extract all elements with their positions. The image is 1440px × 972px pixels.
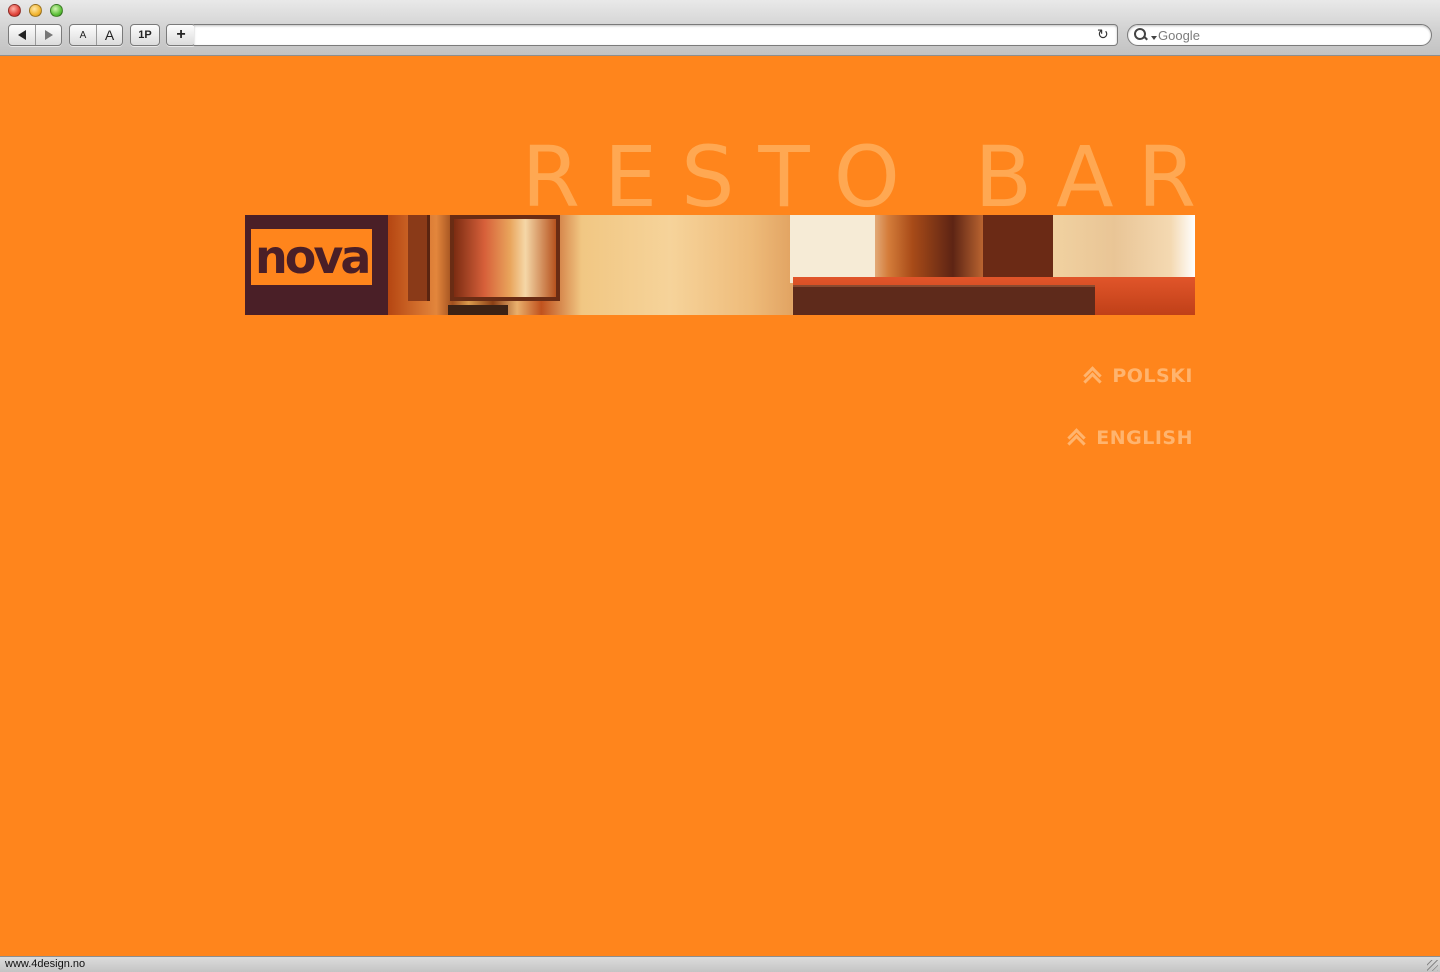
page-content: RESTO BAR nova POLSKI ENGLISH xyxy=(0,57,1440,956)
photo-desk xyxy=(793,285,1095,315)
zoom-window-icon[interactable] xyxy=(50,4,63,17)
double-chevron-up-icon xyxy=(1066,429,1086,447)
reader-button[interactable]: 1P xyxy=(131,25,159,45)
status-bar: www.4design.no xyxy=(0,956,1440,972)
header-banner: nova xyxy=(245,215,1195,315)
reader-buttons: 1P xyxy=(130,24,160,46)
photo-shelf xyxy=(448,305,508,315)
chevron-down-icon xyxy=(1151,36,1157,40)
photo-door xyxy=(983,215,1053,277)
triangle-right-icon xyxy=(44,30,53,40)
magnifier-icon[interactable] xyxy=(1134,28,1157,42)
address-input[interactable] xyxy=(194,25,1084,45)
history-buttons xyxy=(8,24,62,46)
address-bar[interactable]: ↻ xyxy=(194,24,1118,46)
search-input[interactable] xyxy=(1158,25,1431,45)
language-label: POLSKI xyxy=(1112,365,1193,387)
restaurant-photo xyxy=(388,215,1195,315)
close-window-icon[interactable] xyxy=(8,4,21,17)
status-text: www.4design.no xyxy=(5,958,86,970)
text-bigger-button[interactable]: A xyxy=(96,25,122,45)
search-field[interactable] xyxy=(1127,24,1432,46)
photo-wall xyxy=(790,215,875,283)
back-button[interactable] xyxy=(9,25,35,45)
add-bookmark-button[interactable]: + xyxy=(167,25,195,45)
double-chevron-up-icon xyxy=(1082,367,1102,385)
browser-toolbar: A A 1P + ↻ xyxy=(0,0,1440,56)
painting-left xyxy=(408,215,430,301)
forward-button[interactable] xyxy=(35,25,61,45)
page-tagline: RESTO BAR xyxy=(521,128,1220,226)
painting-center xyxy=(450,215,560,301)
language-label: ENGLISH xyxy=(1096,427,1193,449)
language-link-english[interactable]: ENGLISH xyxy=(1066,427,1193,449)
language-link-polski[interactable]: POLSKI xyxy=(1082,365,1193,387)
minimize-window-icon[interactable] xyxy=(29,4,42,17)
text-smaller-button[interactable]: A xyxy=(70,25,96,45)
logo[interactable]: nova xyxy=(245,215,388,315)
text-size-buttons: A A xyxy=(69,24,123,46)
add-bookmark-group: + xyxy=(166,24,196,46)
toolbar-row: A A 1P + ↻ xyxy=(0,24,1440,46)
reload-icon[interactable]: ↻ xyxy=(1097,27,1111,41)
window-controls xyxy=(8,4,63,17)
logo-text: nova xyxy=(251,229,373,285)
triangle-left-icon xyxy=(18,30,26,40)
resize-handle-icon[interactable] xyxy=(1427,960,1438,971)
